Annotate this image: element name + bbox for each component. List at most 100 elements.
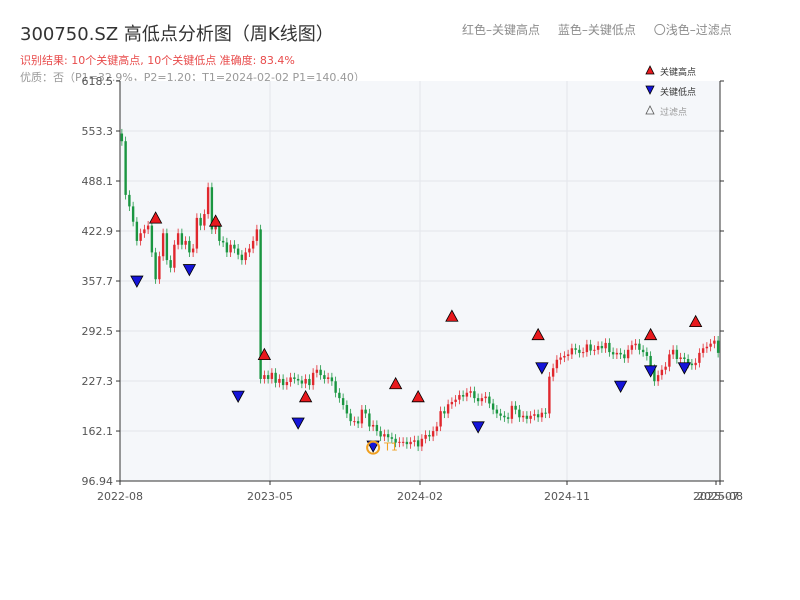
candle-body — [158, 256, 161, 280]
candle-body — [604, 342, 607, 349]
candle-body — [319, 369, 322, 376]
candle-body — [353, 421, 356, 423]
candle-body — [278, 378, 281, 383]
legend-marker — [645, 65, 655, 75]
candle-body — [255, 229, 259, 241]
candle-body — [656, 375, 660, 382]
candle-body — [544, 412, 547, 414]
candle-body — [600, 345, 604, 349]
candle-body — [300, 380, 304, 384]
y-tick-label: 162.1 — [82, 425, 114, 438]
candle-body — [660, 369, 664, 376]
candle-body — [270, 372, 274, 379]
candle-body — [570, 348, 574, 355]
candle-body — [506, 417, 510, 419]
candle-body — [461, 395, 465, 397]
x-tick-label: 2022-08 — [97, 490, 143, 503]
candle-body — [525, 415, 529, 419]
y-tick-label: 227.3 — [82, 375, 114, 388]
candle-body — [611, 352, 615, 355]
candle-body — [698, 352, 701, 363]
candle-body — [536, 414, 540, 418]
candle-body — [476, 398, 480, 402]
candle-body — [386, 434, 390, 438]
legend-label: 关键高点 — [660, 66, 696, 78]
candle-body — [420, 438, 424, 447]
candle-body — [229, 244, 232, 253]
candle-body — [563, 355, 566, 358]
x-tick-label: 2025-08 — [697, 490, 743, 503]
candle-body — [356, 421, 360, 424]
candle-body — [128, 194, 131, 207]
candle-body — [694, 362, 697, 366]
candle-body — [120, 133, 124, 142]
candle-body — [206, 187, 210, 215]
candle-body — [266, 375, 270, 379]
candle-body — [439, 411, 442, 427]
candle-body — [330, 377, 334, 382]
candle-body — [465, 392, 469, 397]
t1-label: T1 — [383, 441, 398, 454]
candle-body — [645, 352, 649, 356]
candle-body — [435, 426, 439, 432]
candle-body — [173, 244, 176, 268]
candle-body — [533, 414, 536, 416]
candle-body — [390, 437, 394, 439]
candle-body — [548, 376, 551, 414]
candle-body — [360, 409, 364, 424]
candle-body — [236, 248, 240, 255]
candle-body — [450, 401, 454, 405]
candle-body — [304, 378, 307, 384]
candle-body — [566, 354, 570, 356]
candle-body — [184, 240, 187, 245]
candle-body — [199, 217, 202, 226]
candle-body — [675, 349, 679, 360]
y-tick-label: 488.1 — [82, 175, 114, 188]
candle-body — [559, 357, 562, 360]
candle-body — [701, 348, 705, 353]
candle-body — [375, 424, 379, 432]
candle-body — [716, 340, 720, 353]
candle-body — [379, 431, 382, 437]
candle-body — [409, 441, 412, 445]
candle-body — [233, 244, 236, 249]
candle-body — [413, 440, 416, 442]
candle-body — [334, 381, 337, 393]
candle-body — [630, 345, 634, 350]
candle-body — [690, 363, 694, 366]
candle-body — [593, 349, 596, 351]
candle-body — [311, 372, 315, 386]
x-tick-label: 2024-02 — [397, 490, 443, 503]
candle-body — [221, 240, 225, 243]
candle-body — [401, 441, 405, 443]
candle-body — [315, 369, 319, 373]
candle-body — [668, 354, 671, 367]
candle-body — [218, 225, 221, 241]
candle-body — [446, 404, 450, 414]
legend-label: 过滤点 — [660, 106, 687, 118]
candle-body — [191, 248, 195, 253]
candle-body — [458, 395, 461, 400]
candle-body — [371, 424, 375, 427]
candle-body — [608, 342, 611, 353]
candle-body — [709, 343, 712, 347]
candle-body — [499, 413, 502, 416]
candle-body — [285, 382, 289, 386]
candle-body — [443, 411, 446, 414]
candle-body — [529, 415, 532, 419]
candle-body — [615, 352, 619, 355]
candle-body — [454, 399, 457, 402]
candle-body — [274, 372, 277, 383]
candle-body — [641, 349, 645, 353]
candle-body — [176, 233, 180, 245]
candle-body — [634, 343, 637, 346]
candle-body — [364, 409, 367, 414]
candle-body — [131, 206, 135, 222]
candle-body — [263, 375, 266, 379]
candle-body — [341, 398, 345, 406]
candle-body — [540, 412, 544, 418]
candle-body — [338, 392, 341, 399]
candle-body — [491, 403, 495, 410]
candle-body — [289, 377, 292, 383]
candle-body — [383, 434, 386, 437]
